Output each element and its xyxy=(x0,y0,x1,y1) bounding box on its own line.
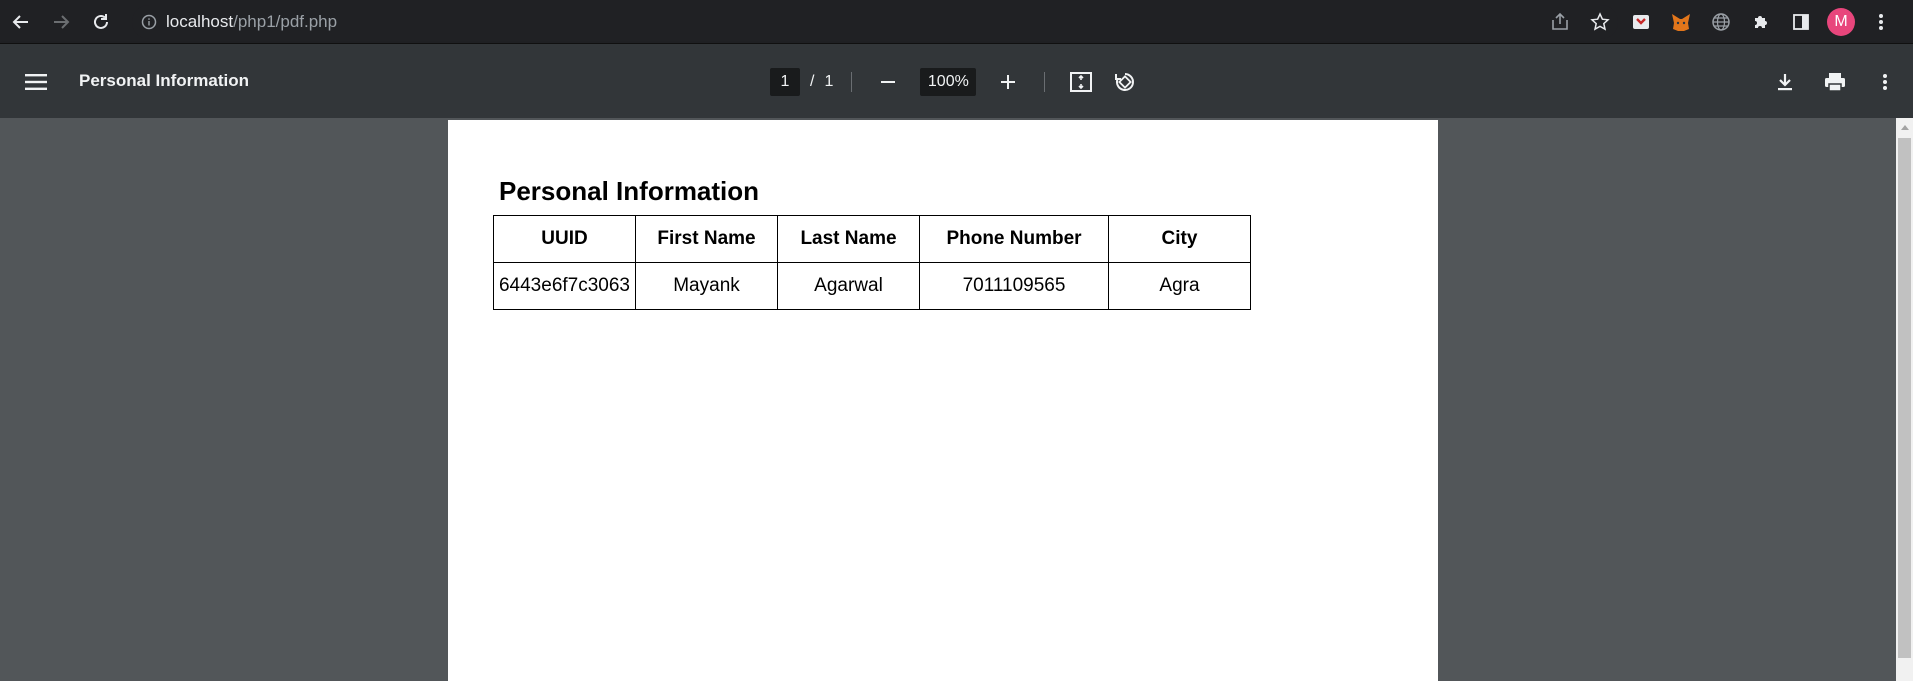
caret-up-icon xyxy=(1900,125,1909,130)
sidebar-menu-button[interactable] xyxy=(18,64,54,100)
minus-icon xyxy=(881,81,896,83)
hamburger-icon xyxy=(25,74,47,90)
page-separator: / xyxy=(810,73,815,90)
fit-page-icon xyxy=(1070,72,1093,92)
zoom-level-input[interactable]: 100% xyxy=(920,68,977,96)
arrow-right-icon xyxy=(54,15,70,29)
vertical-scrollbar[interactable] xyxy=(1896,118,1913,681)
back-button[interactable] xyxy=(6,7,36,37)
print-button[interactable] xyxy=(1817,64,1853,100)
pdf-viewer[interactable]: Personal Information UUID First Name Las… xyxy=(0,118,1913,681)
star-icon xyxy=(1590,12,1610,31)
table-row: 6443e6f7c3063 Mayank Agarwal 7011109565 … xyxy=(493,262,1251,310)
side-panel-button[interactable] xyxy=(1786,7,1816,37)
browser-menu-button[interactable] xyxy=(1866,7,1896,37)
bookmark-star-button[interactable] xyxy=(1586,8,1614,36)
personal-info-table: UUID First Name Last Name Phone Number C… xyxy=(493,215,1251,310)
scroll-thumb[interactable] xyxy=(1898,138,1911,658)
url-host: localhost xyxy=(166,12,234,31)
extension-globe-button[interactable] xyxy=(1706,7,1736,37)
divider xyxy=(851,72,853,92)
reload-icon xyxy=(94,14,108,29)
arrow-left-icon xyxy=(12,15,28,29)
page-zoom-controls: 1 / 1 100% xyxy=(770,64,1143,100)
pdf-right-tools xyxy=(1767,64,1903,100)
avatar: M xyxy=(1827,8,1855,36)
forward-button[interactable] xyxy=(46,7,76,37)
document-heading: Personal Information xyxy=(499,176,760,206)
rotate-icon xyxy=(1115,73,1135,91)
header-last-name: Last Name xyxy=(777,215,920,263)
address-bar[interactable]: localhost/php1/pdf.php xyxy=(132,5,1618,39)
fox-icon xyxy=(1672,14,1690,31)
cell-phone-number: 7011109565 xyxy=(919,262,1109,310)
extension-pocket-button[interactable] xyxy=(1626,7,1656,37)
share-icon xyxy=(1552,12,1568,30)
cell-last-name: Agarwal xyxy=(777,262,920,310)
extensions-area: M xyxy=(1626,7,1896,37)
kebab-menu-icon xyxy=(1883,74,1887,90)
header-phone-number: Phone Number xyxy=(919,215,1109,263)
rotate-button[interactable] xyxy=(1107,64,1143,100)
pocket-icon xyxy=(1633,15,1649,29)
zoom-out-button[interactable] xyxy=(870,64,906,100)
cell-first-name: Mayank xyxy=(635,262,778,310)
zoom-in-button[interactable] xyxy=(990,64,1026,100)
profile-button[interactable]: M xyxy=(1826,7,1856,37)
cell-city: Agra xyxy=(1108,262,1251,310)
header-first-name: First Name xyxy=(635,215,778,263)
fit-to-page-button[interactable] xyxy=(1063,64,1099,100)
kebab-menu-icon xyxy=(1879,14,1883,30)
url-path: /php1/pdf.php xyxy=(233,12,338,31)
puzzle-icon xyxy=(1755,16,1767,28)
print-icon xyxy=(1825,73,1845,92)
header-uuid: UUID xyxy=(493,215,636,263)
download-icon xyxy=(1778,74,1792,91)
reload-button[interactable] xyxy=(86,7,116,37)
cell-uuid: 6443e6f7c3063 xyxy=(493,262,636,310)
more-actions-button[interactable] xyxy=(1867,64,1903,100)
divider xyxy=(1044,72,1046,92)
share-button[interactable] xyxy=(1546,8,1574,36)
scroll-up-button[interactable] xyxy=(1896,118,1913,136)
download-button[interactable] xyxy=(1767,64,1803,100)
page-number-input[interactable]: 1 xyxy=(770,68,800,96)
side-panel-icon xyxy=(1793,14,1809,30)
page-total: 1 xyxy=(824,73,834,90)
document-title: Personal Information xyxy=(79,71,250,90)
extensions-menu-button[interactable] xyxy=(1746,7,1776,37)
header-city: City xyxy=(1108,215,1251,263)
info-icon[interactable] xyxy=(132,14,166,30)
table-header-row: UUID First Name Last Name Phone Number C… xyxy=(493,215,1251,263)
globe-icon xyxy=(1712,13,1730,31)
browser-bar: localhost/php1/pdf.php M xyxy=(0,0,1913,44)
extension-metamask-button[interactable] xyxy=(1666,7,1696,37)
pdf-page: Personal Information UUID First Name Las… xyxy=(448,120,1438,681)
plus-icon xyxy=(1001,75,1016,89)
pdf-toolbar: Personal Information 1 / 1 100% xyxy=(0,44,1913,118)
